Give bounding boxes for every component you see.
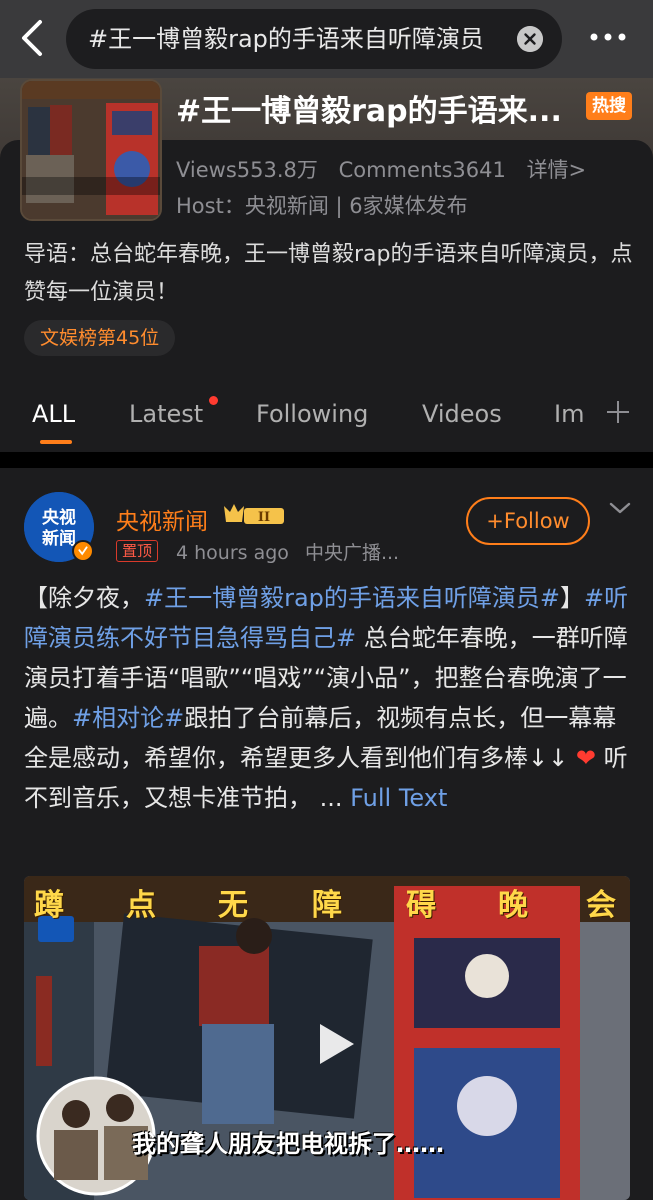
avatar-line1: 央视 <box>42 507 76 528</box>
post-author-name[interactable]: 央视新闻 <box>116 502 208 536</box>
topic-host: Host：央视新闻 | 6家媒体发布 <box>176 194 468 218</box>
video-banner: 蹲 点 无 障 碍 晚 会 <box>24 876 630 923</box>
hot-search-badge: 热搜 <box>586 92 632 120</box>
post-text-1: 【除夕夜， <box>24 584 144 612</box>
banner-char: 晚 <box>498 888 528 923</box>
top-search-bar: #王一博曾毅rap的手语来自听障演员 <box>0 0 653 78</box>
tab-videos[interactable]: Videos <box>422 400 502 428</box>
post-time: 4 hours ago <box>176 542 289 564</box>
pinned-tag: 置顶 <box>116 540 159 562</box>
topic-title: #王一博曾毅rap的手语来... <box>176 94 562 129</box>
post-menu-chevron-icon[interactable] <box>608 500 632 516</box>
more-options-icon[interactable] <box>586 22 630 52</box>
full-text-link[interactable]: Full Text <box>350 784 447 812</box>
heart-icon: ❤ <box>575 744 596 772</box>
post-source: 中央广播... <box>304 542 400 564</box>
hashtag-xiangdui[interactable]: #相对论# <box>72 704 184 732</box>
topic-cover-image[interactable] <box>20 79 162 221</box>
tab-latest[interactable]: Latest <box>129 400 203 428</box>
play-icon[interactable] <box>306 1016 362 1072</box>
views-count: Views553.8万 <box>176 158 318 182</box>
follow-button[interactable]: +Follow <box>466 497 590 545</box>
topic-stats: Views553.8万 Comments3641 详情> <box>176 154 600 184</box>
section-divider <box>0 452 653 468</box>
feed-tabs: ALL Latest Following Videos Im <box>0 380 653 452</box>
add-tab-icon[interactable] <box>606 400 630 424</box>
banner-char: 会 <box>586 888 616 923</box>
tab-following[interactable]: Following <box>256 400 368 428</box>
clear-search-icon[interactable] <box>517 26 543 52</box>
active-tab-indicator <box>40 440 72 444</box>
banner-char: 碍 <box>406 888 436 923</box>
banner-char: 无 <box>218 888 248 923</box>
search-input[interactable]: #王一博曾毅rap的手语来自听障演员 <box>66 9 562 69</box>
video-player[interactable]: 蹲 点 无 障 碍 晚 会 我的聋人朋友把电视拆了…… <box>24 876 630 1200</box>
hashtag-topic[interactable]: #王一博曾毅rap的手语来自听障演员# <box>144 584 560 612</box>
search-query-text[interactable]: #王一博曾毅rap的手语来自听障演员 <box>88 9 488 69</box>
tab-all[interactable]: ALL <box>32 400 75 428</box>
banner-char: 点 <box>126 888 156 923</box>
post-body: 【除夕夜，#王一博曾毅rap的手语来自听障演员#】#听障演员练不好节目急得骂自己… <box>24 578 636 818</box>
verified-badge-icon <box>72 540 94 562</box>
post-meta: 4 hours ago 中央广播... <box>176 538 399 565</box>
comments-count: Comments3641 <box>338 158 506 182</box>
banner-char: 蹲 <box>34 888 64 923</box>
banner-char: 障 <box>312 888 342 923</box>
cover-thumbnail-art <box>22 81 160 219</box>
back-arrow-icon[interactable] <box>16 18 52 58</box>
tab-im[interactable]: Im <box>554 400 584 428</box>
rank-badge[interactable]: 文娱榜第45位 <box>24 320 176 356</box>
topic-intro: 导语：总台蛇年春晚，王一博曾毅rap的手语来自听障演员，点赞每一位演员！ <box>24 242 633 305</box>
avatar-line2: 新闻 <box>42 528 76 549</box>
details-link[interactable]: 详情> <box>527 158 587 182</box>
new-content-dot <box>209 396 218 405</box>
member-level-badge-icon: II <box>224 504 284 525</box>
video-subtitle: 我的聋人朋友把电视拆了…… <box>132 1130 444 1158</box>
post-text-2: 】 <box>560 584 585 612</box>
level-text: II <box>258 510 270 525</box>
